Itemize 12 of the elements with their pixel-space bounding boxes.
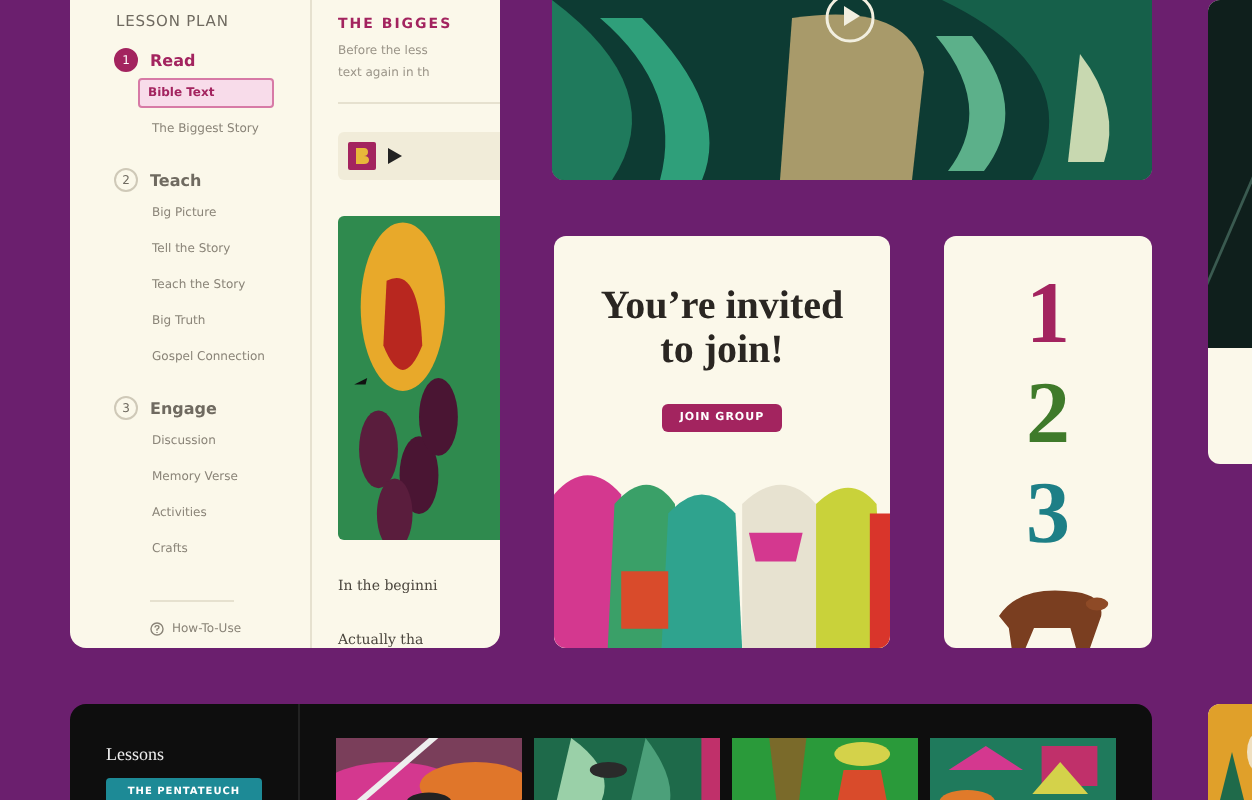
number-digit: 1 xyxy=(1026,264,1070,364)
help-icon xyxy=(150,622,164,636)
section-title[interactable]: Read xyxy=(150,51,196,69)
panel-title: Lessons xyxy=(106,744,166,764)
play-icon[interactable] xyxy=(388,148,402,164)
play-icon[interactable] xyxy=(824,0,876,44)
logo-icon xyxy=(348,142,376,170)
section-title[interactable]: Teach xyxy=(150,171,202,189)
number-digit: 3 xyxy=(1026,464,1070,564)
number-digit: 2 xyxy=(1026,364,1070,464)
invitation-title: You’re invited to join! xyxy=(598,284,846,372)
section-title[interactable]: Engage xyxy=(150,399,217,417)
